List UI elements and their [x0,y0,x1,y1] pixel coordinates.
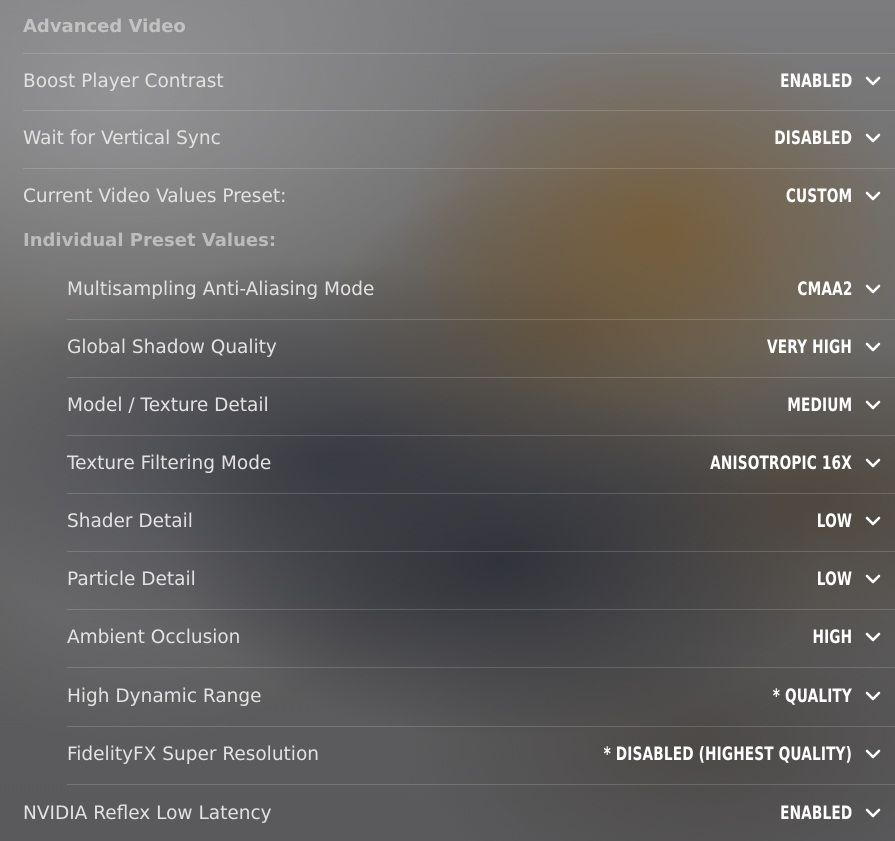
nvidia-reflex-low-latency-row[interactable]: NVIDIA Reflex Low Latency ENABLED [23,786,895,841]
chevron-down-icon[interactable] [865,75,881,87]
model-texture-detail-dropdown[interactable]: MEDIUM [787,394,852,416]
wait-for-vertical-sync-row[interactable]: Wait for Vertical Sync DISABLED [23,111,895,169]
chevron-down-icon[interactable] [865,399,881,411]
fidelityfx-super-resolution-label: FidelityFX Super Resolution [67,744,319,765]
multisampling-anti-aliasing-mode-dropdown[interactable]: CMAA2 [797,278,852,300]
chevron-down-icon[interactable] [865,807,881,819]
chevron-down-icon[interactable] [865,283,881,295]
multisampling-anti-aliasing-mode-label: Multisampling Anti-Aliasing Mode [67,279,375,300]
chevron-down-icon[interactable] [865,341,881,353]
chevron-down-icon[interactable] [865,457,881,469]
ambient-occlusion-label: Ambient Occlusion [67,627,241,648]
current-video-values-preset-label: Current Video Values Preset: [23,186,287,207]
model-texture-detail-row[interactable]: Model / Texture Detail MEDIUM [67,378,895,436]
wait-for-vertical-sync-dropdown[interactable]: DISABLED [774,127,852,149]
wait-for-vertical-sync-label: Wait for Vertical Sync [23,128,221,149]
ambient-occlusion-row[interactable]: Ambient Occlusion HIGH [67,610,895,668]
boost-player-contrast-label: Boost Player Contrast [23,71,224,92]
chevron-down-icon[interactable] [865,190,881,202]
model-texture-detail-label: Model / Texture Detail [67,395,269,416]
global-shadow-quality-dropdown[interactable]: VERY HIGH [767,336,852,358]
chevron-down-icon[interactable] [865,631,881,643]
advanced-video-header: Advanced Video [23,16,186,37]
particle-detail-row[interactable]: Particle Detail LOW [67,552,895,610]
boost-player-contrast-row[interactable]: Boost Player Contrast ENABLED [23,53,895,111]
chevron-down-icon[interactable] [865,132,881,144]
nvidia-reflex-low-latency-label: NVIDIA Reflex Low Latency [23,803,272,824]
high-dynamic-range-row[interactable]: High Dynamic Range * QUALITY [67,669,895,727]
chevron-down-icon[interactable] [865,515,881,527]
ambient-occlusion-dropdown[interactable]: HIGH [812,626,852,648]
high-dynamic-range-dropdown[interactable]: * QUALITY [773,685,852,707]
advanced-video-panel: Advanced Video Boost Player Contrast ENA… [0,0,895,841]
texture-filtering-mode-label: Texture Filtering Mode [67,453,272,474]
fidelityfx-super-resolution-dropdown[interactable]: * DISABLED (HIGHEST QUALITY) [604,743,852,765]
chevron-down-icon[interactable] [865,690,881,702]
current-video-values-preset-dropdown[interactable]: CUSTOM [786,185,852,207]
individual-preset-values-header: Individual Preset Values: [23,230,277,251]
chevron-down-icon[interactable] [865,573,881,585]
high-dynamic-range-label: High Dynamic Range [67,686,262,707]
particle-detail-label: Particle Detail [67,569,196,590]
multisampling-anti-aliasing-mode-row[interactable]: Multisampling Anti-Aliasing Mode CMAA2 [67,262,895,320]
shader-detail-dropdown[interactable]: LOW [817,510,852,532]
fidelityfx-super-resolution-row[interactable]: FidelityFX Super Resolution * DISABLED (… [67,727,895,785]
texture-filtering-mode-row[interactable]: Texture Filtering Mode ANISOTROPIC 16X [67,436,895,494]
nvidia-reflex-low-latency-dropdown[interactable]: ENABLED [780,802,852,824]
current-video-values-preset-row[interactable]: Current Video Values Preset: CUSTOM [23,169,895,227]
shader-detail-label: Shader Detail [67,511,193,532]
chevron-down-icon[interactable] [865,748,881,760]
particle-detail-dropdown[interactable]: LOW [817,568,852,590]
global-shadow-quality-row[interactable]: Global Shadow Quality VERY HIGH [67,320,895,378]
shader-detail-row[interactable]: Shader Detail LOW [67,494,895,552]
global-shadow-quality-label: Global Shadow Quality [67,337,277,358]
texture-filtering-mode-dropdown[interactable]: ANISOTROPIC 16X [710,452,852,474]
boost-player-contrast-dropdown[interactable]: ENABLED [780,70,852,92]
